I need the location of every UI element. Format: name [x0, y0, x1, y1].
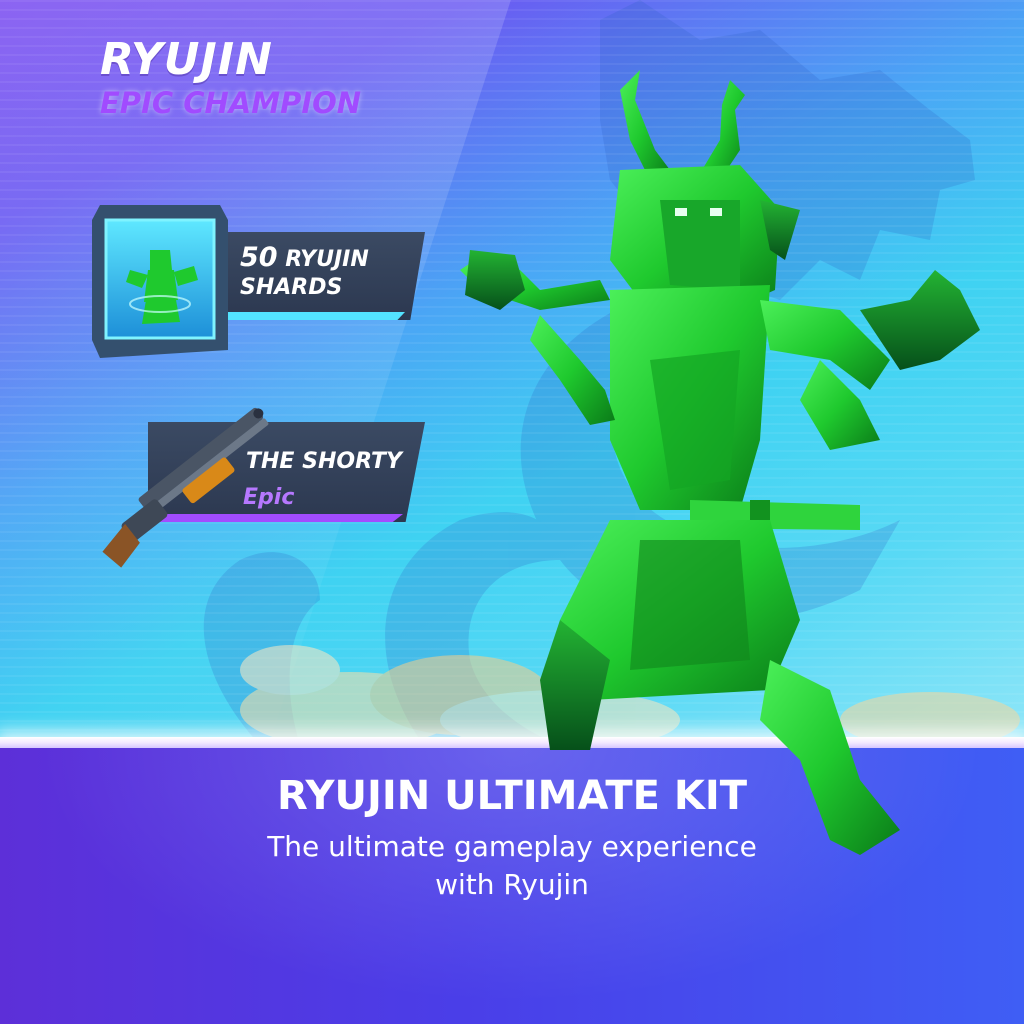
champion-name: RYUJIN: [100, 34, 273, 85]
shards-reward-label: 50 RYUJIN SHARDS: [240, 244, 410, 302]
ryujin-shard-card-icon: [92, 205, 228, 358]
weapon-name: THE SHORTY: [246, 449, 402, 474]
shards-banner-accent: [215, 312, 405, 320]
weapon-rarity: Epic: [243, 485, 295, 510]
shards-quantity: 50: [240, 242, 278, 273]
shards-suffix: SHARDS: [240, 275, 343, 300]
ryujin-champion-figure: [460, 70, 980, 855]
promo-card: RYUJIN EPIC CHAMPION 50 RYUJIN SHARDS TH…: [0, 0, 1024, 1024]
champion-title-block: RYUJIN EPIC CHAMPION: [100, 34, 361, 120]
kit-description: The ultimate gameplay experience with Ry…: [267, 830, 757, 901]
shotgun-icon: [102, 407, 269, 568]
shards-name: RYUJIN: [285, 247, 369, 272]
kit-title: RYUJIN ULTIMATE KIT: [276, 773, 748, 819]
champion-rank: EPIC CHAMPION: [100, 86, 362, 120]
